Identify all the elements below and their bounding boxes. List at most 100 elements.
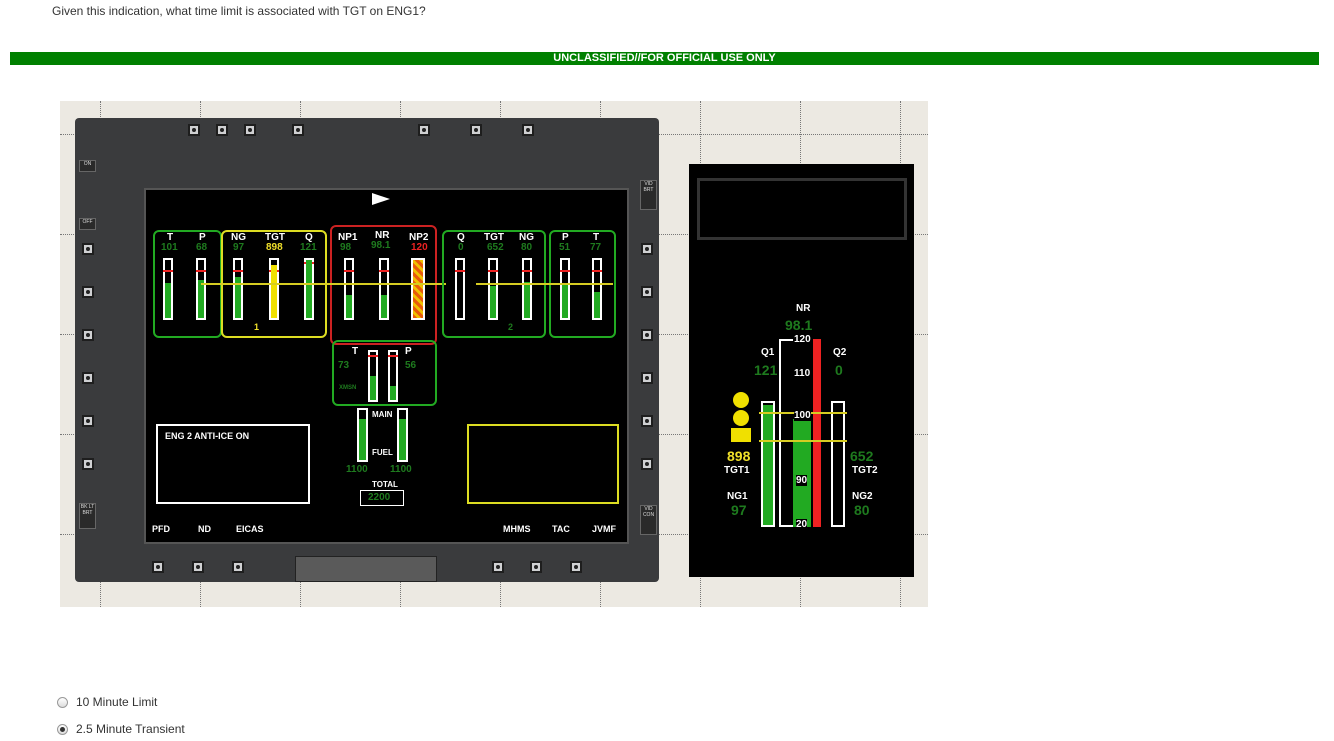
- fuel-left-value: 1100: [346, 464, 368, 475]
- brt-label: BRT: [82, 510, 93, 516]
- xmsn-label: XMSN: [339, 385, 357, 391]
- menu-jvmf[interactable]: JVMF: [592, 524, 616, 534]
- bezel-button[interactable]: [192, 561, 204, 573]
- bezel-button[interactable]: [152, 561, 164, 573]
- bezel-button[interactable]: [641, 286, 653, 298]
- eng2-p-value: 51: [559, 242, 571, 253]
- bezel-button[interactable]: [492, 561, 504, 573]
- mfd-screen: T 101 P 68 NG 97 TGT 898 Q 121 1 NP1 98 …: [144, 188, 629, 544]
- scale-100: 100: [794, 410, 811, 421]
- panel-tgt2-value: 652: [850, 448, 874, 464]
- panel-frame: [697, 178, 907, 240]
- switch-off-label: OFF: [79, 218, 96, 230]
- panel-tgt1-label: TGT1: [724, 465, 750, 476]
- fuel-tank2-number: 2: [399, 411, 404, 420]
- bezel-button[interactable]: [82, 286, 94, 298]
- panel-nr-value: 98.1: [785, 317, 813, 333]
- menu-eicas[interactable]: EICAS: [236, 524, 264, 534]
- bezel-button[interactable]: [641, 329, 653, 341]
- bezel-knob-housing: [295, 556, 437, 582]
- eng2-tgt-bar: [488, 258, 498, 320]
- xmsn-t-value: 73: [338, 360, 350, 371]
- bezel-button[interactable]: [418, 124, 430, 136]
- eng2-ng-value: 80: [521, 242, 533, 253]
- standby-engine-panel: NR 98.1 Q1 121 Q2 0 120 110 100 90 20 89…: [689, 164, 914, 577]
- radio-button[interactable]: [57, 696, 68, 708]
- panel-q2-label: Q2: [833, 347, 847, 358]
- bezel-button[interactable]: [641, 458, 653, 470]
- scale-20: 20: [796, 519, 808, 530]
- fuel-right-value: 1100: [390, 464, 412, 475]
- bezel-button[interactable]: [188, 124, 200, 136]
- xmsn-t-label: T: [352, 346, 359, 357]
- answer-option-10-minute-limit[interactable]: 10 Minute Limit: [57, 695, 157, 709]
- fuel-total-value: 2200: [368, 492, 391, 503]
- menu-pfd[interactable]: PFD: [152, 524, 170, 534]
- tgt1-warning-indicator: [731, 392, 751, 444]
- cockpit-display-image: ON OFF BK LT BRT VID BRT VID CON T 101 P…: [60, 101, 928, 607]
- fuel-tank1-number: 1: [359, 411, 364, 420]
- bezel-button[interactable]: [82, 458, 94, 470]
- eng1-p-bar: [196, 258, 206, 320]
- panel-tgt2-bar: [831, 401, 845, 527]
- bezel-button[interactable]: [641, 415, 653, 427]
- nr-bar: [379, 258, 389, 320]
- bezel-button[interactable]: [216, 124, 228, 136]
- bezel-button[interactable]: [82, 243, 94, 255]
- eng2-reference-line: [476, 283, 613, 285]
- eng2-t-value: 77: [590, 242, 602, 253]
- classification-banner: UNCLASSIFIED//FOR OFFICIAL USE ONLY: [10, 52, 1319, 65]
- eng1-tgt-value: 898: [266, 242, 283, 253]
- eng1-reference-line: [201, 283, 446, 285]
- bezel-button[interactable]: [82, 329, 94, 341]
- np1-value: 98: [340, 242, 352, 253]
- panel-tgt1-value: 898: [727, 448, 751, 464]
- bezel-button[interactable]: [232, 561, 244, 573]
- panel-nr-bar: [793, 419, 811, 527]
- bezel-button[interactable]: [470, 124, 482, 136]
- answer-option-label: 10 Minute Limit: [76, 695, 158, 709]
- bezel-button[interactable]: [244, 124, 256, 136]
- xmsn-box: [332, 340, 437, 406]
- np2-value: 120: [411, 242, 428, 253]
- menu-nd[interactable]: ND: [198, 524, 211, 534]
- bezel-button[interactable]: [641, 243, 653, 255]
- eng2-t-bar: [592, 258, 602, 320]
- bezel-button[interactable]: [82, 372, 94, 384]
- menu-mhms[interactable]: MHMS: [503, 524, 531, 534]
- np1-bar: [344, 258, 354, 320]
- menu-tac[interactable]: TAC: [552, 524, 570, 534]
- panel-limit-bar: [813, 339, 821, 527]
- switch-on-label: ON: [79, 160, 96, 172]
- vid-brt-rocker[interactable]: VID BRT: [640, 180, 657, 210]
- mfd-bezel: ON OFF BK LT BRT VID BRT VID CON T 101 P…: [75, 118, 659, 582]
- bezel-button[interactable]: [641, 372, 653, 384]
- panel-reference-line-2: [759, 440, 847, 442]
- eng2-q-bar: [455, 258, 465, 320]
- answer-option-2-5-minute-transient[interactable]: 2.5 Minute Transient: [57, 722, 185, 736]
- panel-ng2-label: NG2: [852, 491, 873, 502]
- panel-ng1-value: 97: [731, 502, 747, 518]
- caution-box: [467, 424, 619, 504]
- vid-con-rocker[interactable]: VID CON: [640, 505, 657, 535]
- bklt-brt-rocker[interactable]: BK LT BRT: [79, 503, 96, 529]
- bezel-button[interactable]: [522, 124, 534, 136]
- direction-arrow-icon: [372, 193, 390, 205]
- bezel-button[interactable]: [82, 415, 94, 427]
- panel-ng2-value: 80: [854, 502, 870, 518]
- np2-bar: [411, 258, 425, 320]
- eng1-p-value: 68: [196, 242, 208, 253]
- bezel-button[interactable]: [530, 561, 542, 573]
- xmsn-p-bar: [388, 350, 398, 402]
- eng2-number: 2: [508, 322, 514, 332]
- eng1-tgt-bar: [269, 258, 279, 320]
- panel-tgt1-bar: [761, 401, 775, 527]
- advisory-message: ENG 2 ANTI-ICE ON: [165, 431, 250, 441]
- radio-button-selected[interactable]: [57, 723, 68, 735]
- eng2-tgt-value: 652: [487, 242, 504, 253]
- eng1-t-bar: [163, 258, 173, 320]
- bezel-button[interactable]: [570, 561, 582, 573]
- panel-q1-label: Q1: [761, 347, 775, 358]
- question-text: Given this indication, what time limit i…: [52, 4, 426, 18]
- bezel-button[interactable]: [292, 124, 304, 136]
